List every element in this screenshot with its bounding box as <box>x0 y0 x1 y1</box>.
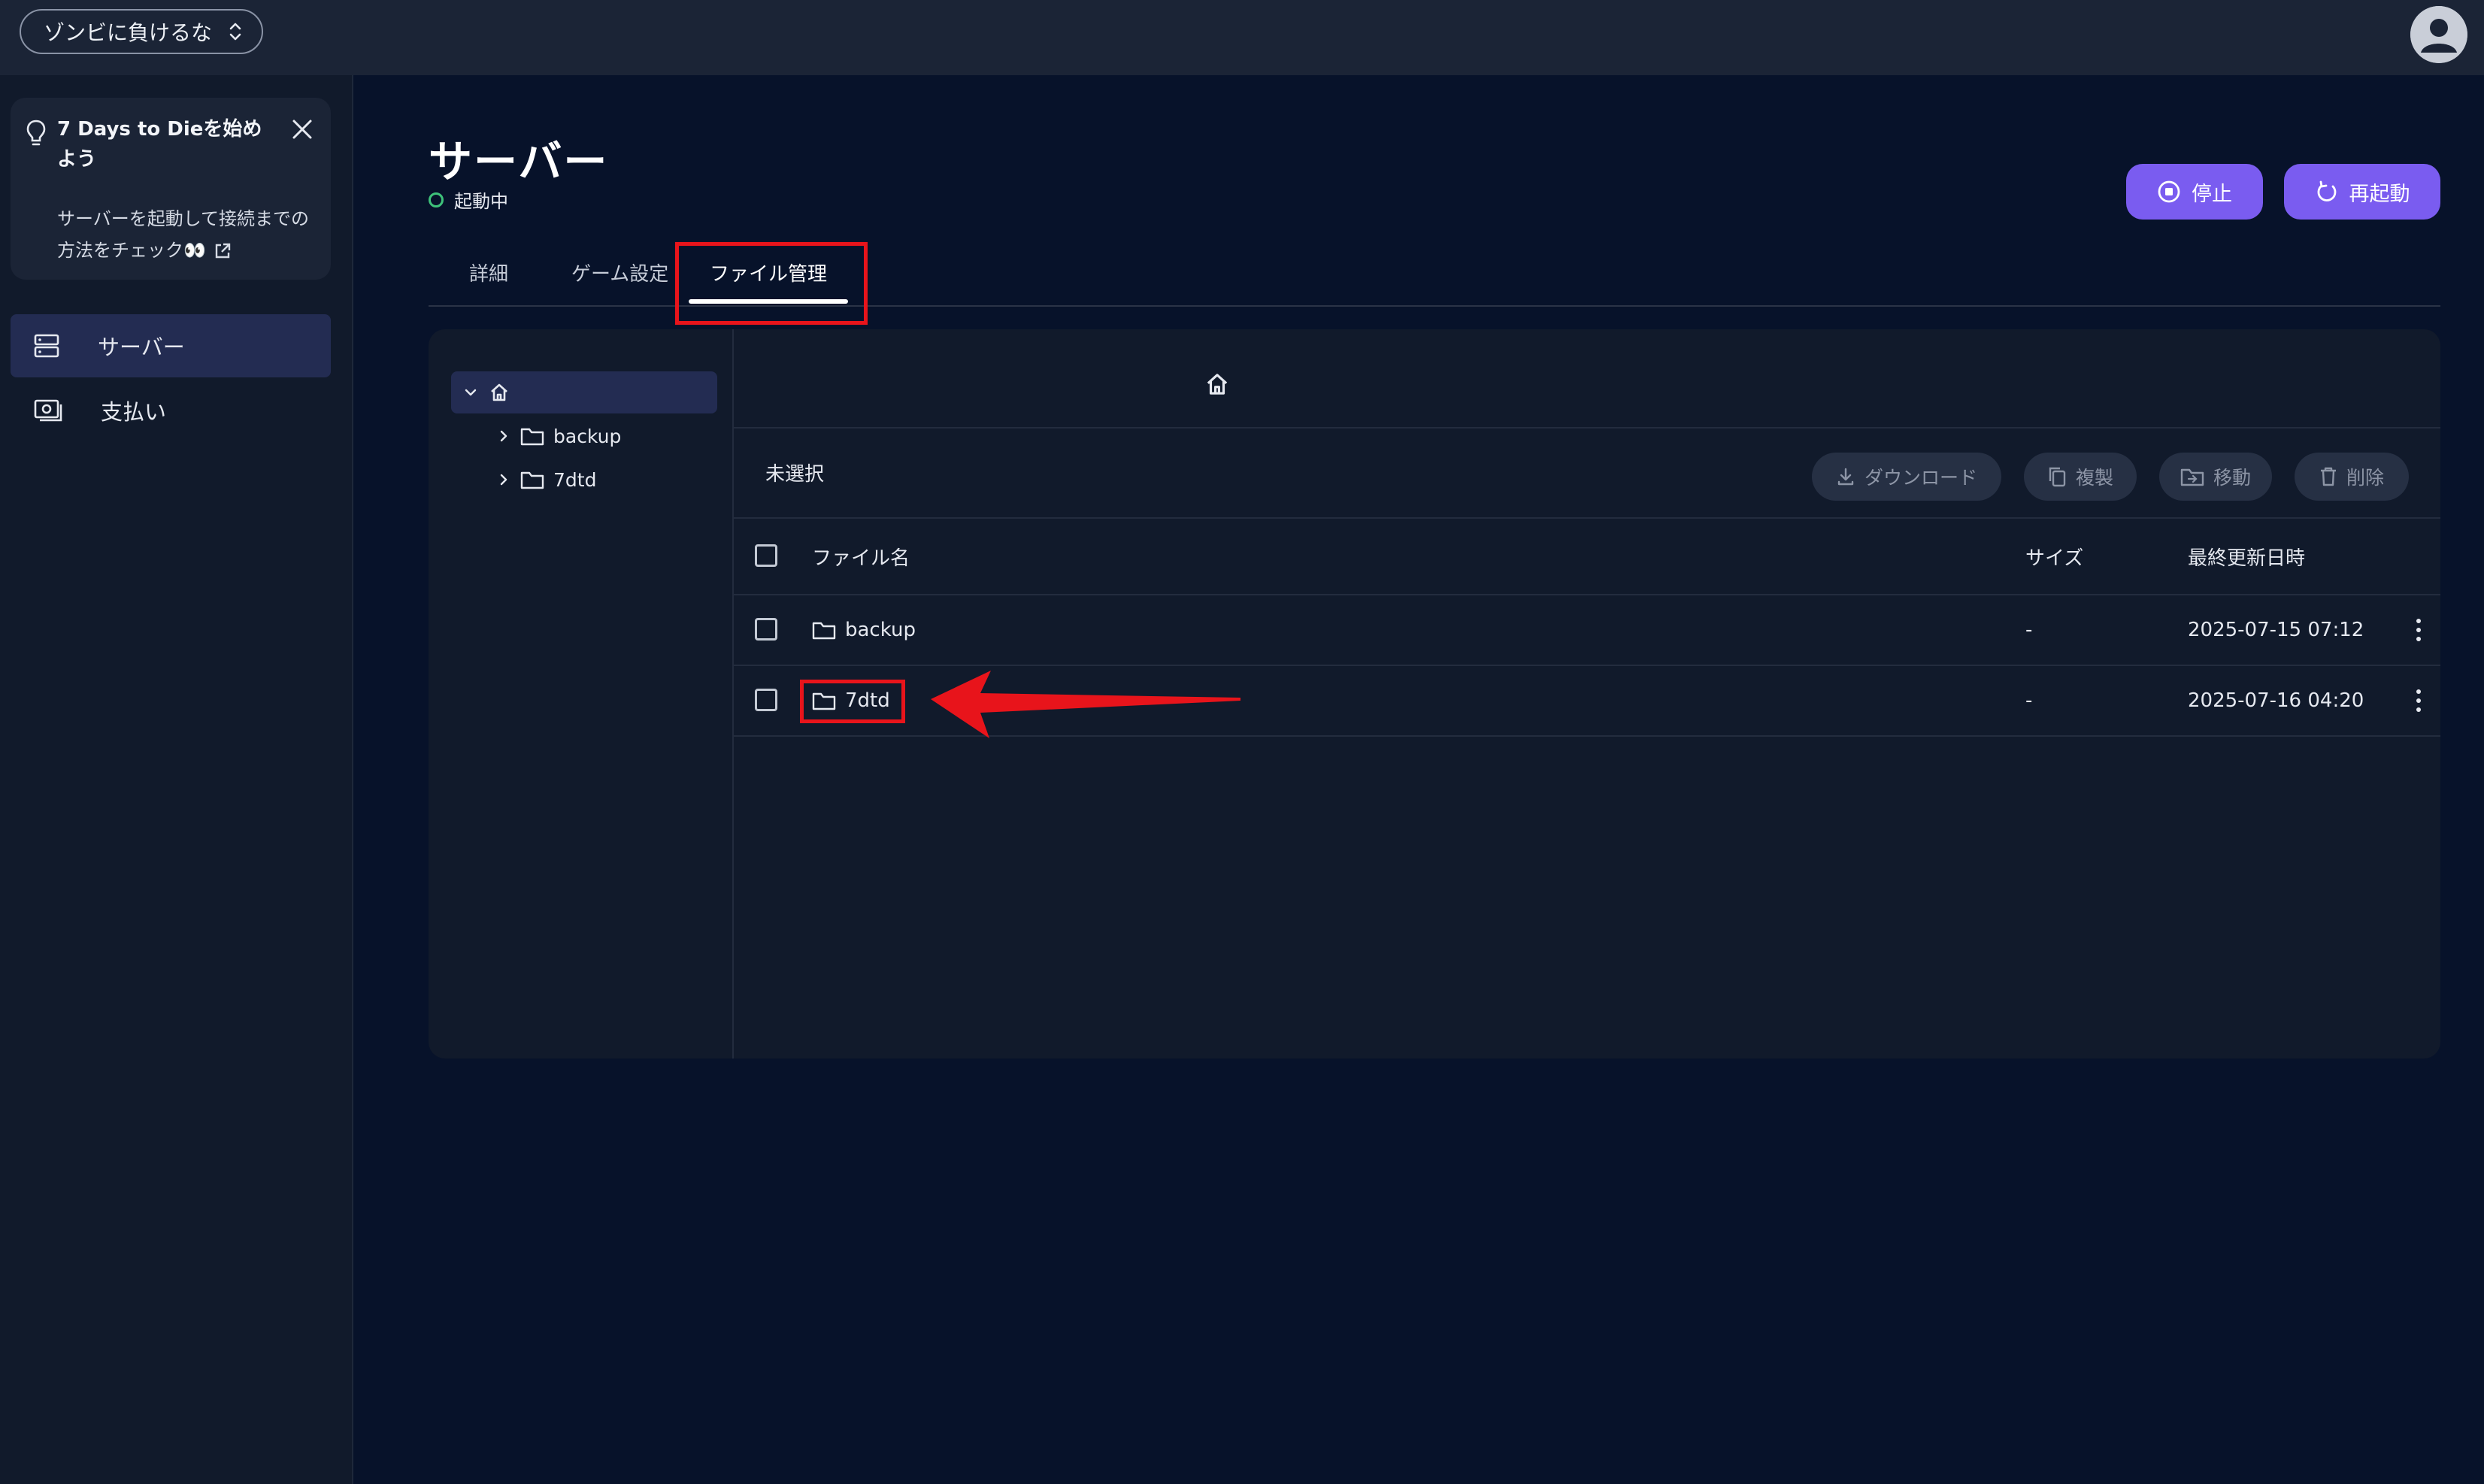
column-header-modified[interactable]: 最終更新日時 <box>2188 541 2305 571</box>
home-icon <box>489 382 510 403</box>
file-size: - <box>2025 689 2033 712</box>
more-vertical-icon[interactable] <box>2407 615 2430 645</box>
path-bar: 追加 <box>732 329 2440 429</box>
chevron-right-icon <box>496 429 511 444</box>
status-text: 起動中 <box>454 191 508 212</box>
page-title: サーバー <box>429 136 609 187</box>
tab-details[interactable]: 詳細 <box>469 239 508 305</box>
selection-status: 未選択 <box>765 463 825 486</box>
select-all-checkbox[interactable] <box>755 544 777 567</box>
folder-move-icon <box>2180 467 2204 486</box>
sidebar-item-payment[interactable]: 支払い <box>11 379 331 442</box>
table-header: ファイル名 サイズ 最終更新日時 <box>732 519 2440 595</box>
row-checkbox[interactable] <box>755 689 777 711</box>
user-avatar-icon[interactable] <box>2410 6 2467 63</box>
stop-button[interactable]: 停止 <box>2126 164 2263 220</box>
more-vertical-icon[interactable] <box>2407 686 2430 716</box>
tab-highlight-box <box>675 242 868 325</box>
sidebar-item-server[interactable]: サーバー <box>11 314 331 377</box>
file-name-cell[interactable]: backup <box>812 615 916 645</box>
stop-icon <box>2157 180 2181 204</box>
file-manager-panel: backup 7dtd 追加 未選択 ダウンロード 複製 移動 <box>429 329 2440 1058</box>
tree-root-home[interactable] <box>451 371 717 413</box>
server-icon <box>33 332 60 359</box>
restart-icon <box>2315 180 2339 204</box>
stop-label: 停止 <box>2192 182 2232 206</box>
tip-body: サーバーを起動して接続までの方法をチェック👀 <box>57 208 310 261</box>
project-name: ゾンビに負けるな <box>44 20 213 45</box>
status-dot-icon <box>429 192 444 207</box>
tree-item-backup[interactable]: backup <box>496 421 621 451</box>
lightbulb-icon <box>26 119 47 149</box>
payment-icon <box>33 397 63 424</box>
chevron-up-down-icon <box>229 20 242 43</box>
folder-icon <box>812 620 836 640</box>
folder-tree: backup 7dtd <box>429 329 734 1058</box>
chevron-right-icon <box>496 472 511 487</box>
tip-title: 7 Days to Dieを始めよう <box>57 118 262 171</box>
row-checkbox[interactable] <box>755 618 777 641</box>
file-modified: 2025-07-16 04:20 <box>2188 689 2364 712</box>
tree-item-label: backup <box>553 425 622 447</box>
tip-link[interactable]: サーバーを起動して接続までの方法をチェック👀 <box>57 203 320 266</box>
copy-label: 複製 <box>2075 467 2113 489</box>
getting-started-tip: 7 Days to Dieを始めよう サーバーを起動して接続までの方法をチェック… <box>11 98 331 280</box>
delete-label: 削除 <box>2346 467 2384 489</box>
move-label: 移動 <box>2213 467 2251 489</box>
file-size: - <box>2025 619 2033 641</box>
delete-button[interactable]: 削除 <box>2295 453 2409 501</box>
tree-item-label: 7dtd <box>553 468 597 491</box>
tab-game-settings[interactable]: ゲーム設定 <box>571 239 668 305</box>
download-label: ダウンロード <box>1864 467 1977 489</box>
table-row[interactable]: backup - 2025-07-15 07:12 <box>732 595 2440 666</box>
column-header-name[interactable]: ファイル名 <box>812 541 910 571</box>
close-icon[interactable] <box>290 117 314 141</box>
folder-icon <box>520 426 544 446</box>
sidebar-item-label: サーバー <box>98 335 185 360</box>
tree-item-7dtd[interactable]: 7dtd <box>496 465 596 495</box>
restart-label: 再起動 <box>2349 182 2410 206</box>
top-bar: ゾンビに負けるな <box>0 0 2484 75</box>
sidebar-item-label: 支払い <box>101 399 167 425</box>
file-modified: 2025-07-15 07:12 <box>2188 619 2364 641</box>
sidebar: 7 Days to Dieを始めよう サーバーを起動して接続までの方法をチェック… <box>0 75 353 1484</box>
project-selector[interactable]: ゾンビに負けるな <box>20 9 264 54</box>
folder-highlight-box <box>800 680 905 723</box>
external-link-icon <box>214 242 232 260</box>
file-name: backup <box>845 619 916 641</box>
move-button[interactable]: 移動 <box>2159 453 2272 501</box>
copy-icon <box>2047 466 2067 487</box>
copy-button[interactable]: 複製 <box>2024 453 2137 501</box>
download-button[interactable]: ダウンロード <box>1812 453 2001 501</box>
trash-icon <box>2319 466 2337 487</box>
action-bar: 未選択 ダウンロード 複製 移動 削除 <box>732 429 2440 519</box>
chevron-down-icon <box>463 385 478 400</box>
home-icon[interactable] <box>1204 371 1230 397</box>
column-header-size[interactable]: サイズ <box>2025 541 2083 571</box>
download-icon <box>1836 467 1855 486</box>
annotation-arrow-icon <box>931 671 1240 738</box>
restart-button[interactable]: 再起動 <box>2284 164 2440 220</box>
server-status: 起動中 <box>429 186 508 213</box>
folder-icon <box>520 470 544 489</box>
